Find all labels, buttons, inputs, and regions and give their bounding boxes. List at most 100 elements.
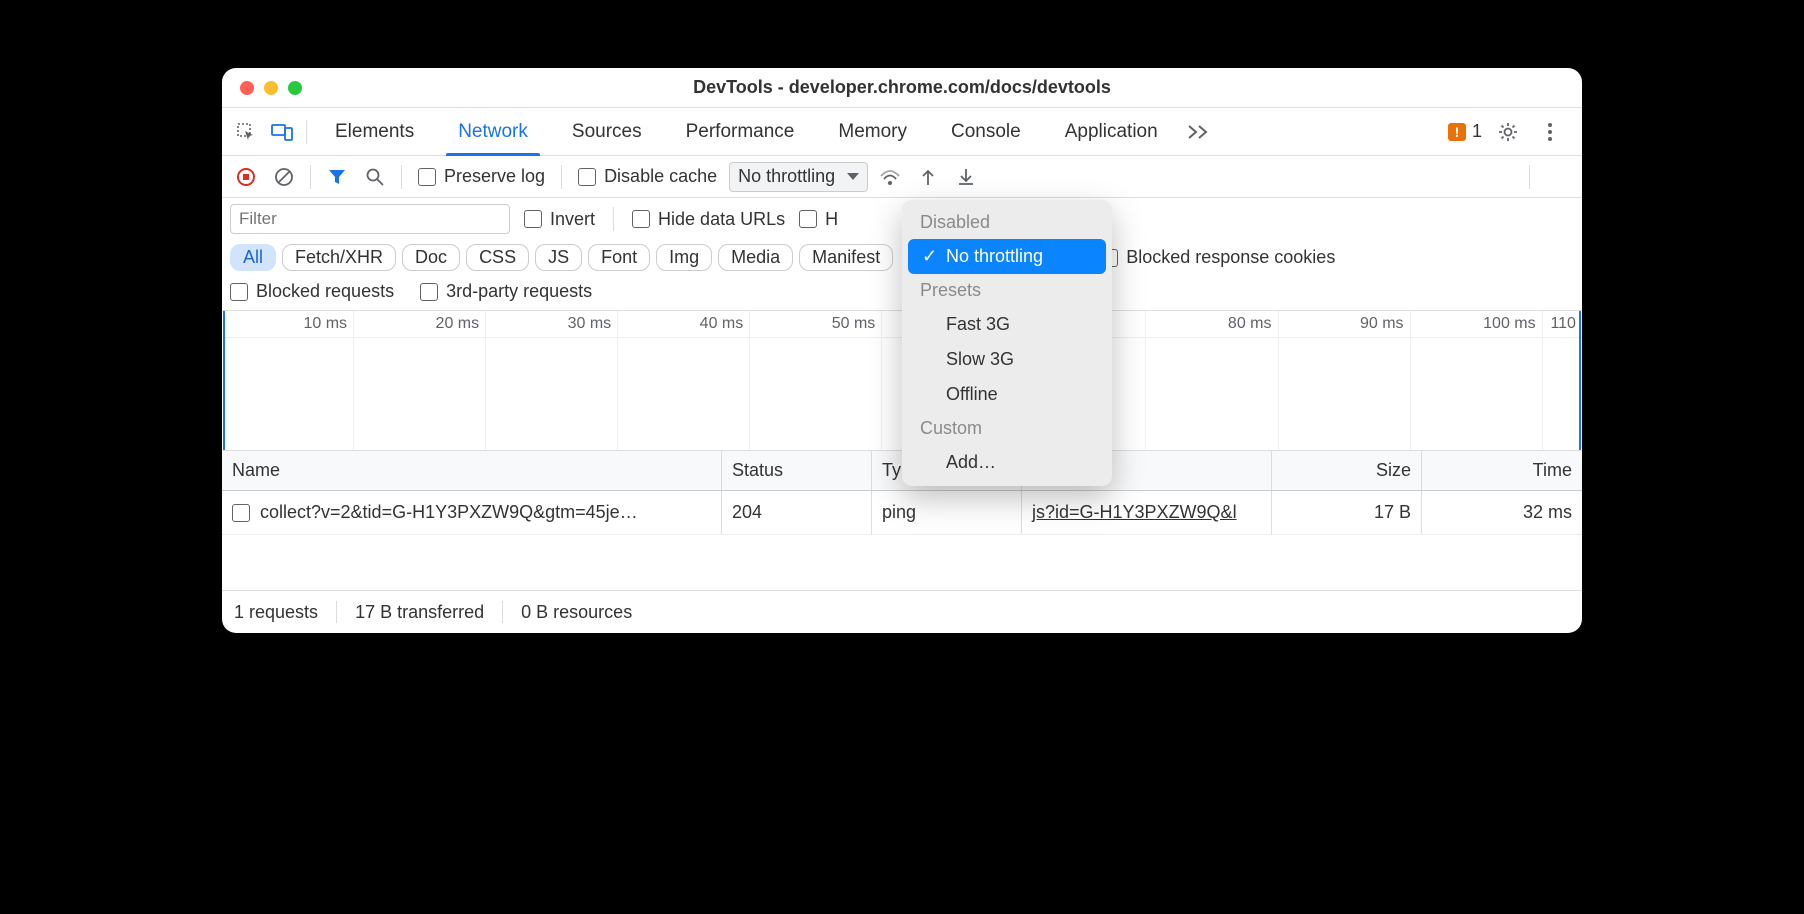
type-img[interactable]: Img <box>656 244 712 271</box>
menu-item-no-throttling[interactable]: No throttling <box>908 239 1106 274</box>
filter-icon[interactable] <box>321 161 353 193</box>
network-settings-gear-icon[interactable] <box>1538 161 1570 193</box>
row-checkbox[interactable] <box>232 504 250 522</box>
disable-cache-label: Disable cache <box>604 166 717 187</box>
throttling-value: No throttling <box>738 166 835 187</box>
more-tabs-icon[interactable] <box>1182 116 1214 148</box>
window-controls <box>222 81 302 95</box>
separator <box>306 120 307 144</box>
devtools-window: DevTools - developer.chrome.com/docs/dev… <box>222 68 1582 633</box>
menu-heading-presets: Presets <box>902 274 1112 307</box>
type-all[interactable]: All <box>230 244 276 271</box>
type-doc[interactable]: Doc <box>402 244 460 271</box>
request-name: collect?v=2&tid=G-H1Y3PXZW9Q&gtm=45je… <box>260 502 638 523</box>
separator <box>1529 165 1530 189</box>
type-fetch-xhr[interactable]: Fetch/XHR <box>282 244 396 271</box>
tab-label: Application <box>1065 121 1158 143</box>
tick-label: 20 ms <box>436 315 480 333</box>
tab-label: Network <box>458 121 528 143</box>
disable-cache-checkbox[interactable]: Disable cache <box>572 166 723 187</box>
panel-tabs: Elements Network Sources Performance Mem… <box>222 108 1582 156</box>
requests-table-body: collect?v=2&tid=G-H1Y3PXZW9Q&gtm=45je… 2… <box>222 491 1582 591</box>
tick-label: 40 ms <box>700 315 744 333</box>
tab-label: Console <box>951 121 1021 143</box>
tick-label: 110 <box>1550 315 1576 333</box>
menu-item-add[interactable]: Add… <box>902 445 1112 480</box>
preserve-log-checkbox[interactable]: Preserve log <box>412 166 551 187</box>
network-conditions-icon[interactable] <box>874 161 906 193</box>
col-name[interactable]: Name <box>222 451 722 490</box>
request-time: 32 ms <box>1523 502 1572 523</box>
request-initiator[interactable]: js?id=G-H1Y3PXZW9Q&l <box>1032 502 1237 523</box>
tab-network[interactable]: Network <box>438 108 548 155</box>
type-js[interactable]: JS <box>535 244 582 271</box>
tab-label: Sources <box>572 121 642 143</box>
tab-elements[interactable]: Elements <box>315 108 434 155</box>
separator <box>561 165 562 189</box>
tab-performance[interactable]: Performance <box>666 108 815 155</box>
hide-data-urls-checkbox[interactable]: Hide data URLs <box>632 209 785 230</box>
tick-label: 10 ms <box>303 315 347 333</box>
upload-har-icon[interactable] <box>912 161 944 193</box>
settings-gear-icon[interactable] <box>1492 116 1524 148</box>
kebab-menu-icon[interactable] <box>1534 116 1566 148</box>
blocked-requests-label: Blocked requests <box>256 281 394 302</box>
separator <box>613 207 614 231</box>
network-toolbar: Preserve log Disable cache No throttling <box>222 156 1582 198</box>
invert-checkbox[interactable]: Invert <box>524 209 595 230</box>
menu-item-slow-3g[interactable]: Slow 3G <box>902 342 1112 377</box>
menu-item-fast-3g[interactable]: Fast 3G <box>902 307 1112 342</box>
menu-heading-disabled: Disabled <box>902 206 1112 239</box>
throttling-dropdown[interactable]: No throttling <box>729 162 868 192</box>
device-toolbar-icon[interactable] <box>266 116 298 148</box>
status-transferred: 17 B transferred <box>355 602 484 623</box>
blocked-requests-checkbox[interactable]: Blocked requests <box>230 281 394 302</box>
search-icon[interactable] <box>359 161 391 193</box>
zoom-window-button[interactable] <box>288 81 302 95</box>
hide-extension-checkbox[interactable]: H <box>799 209 838 230</box>
record-button[interactable] <box>230 161 262 193</box>
tab-memory[interactable]: Memory <box>818 108 927 155</box>
separator <box>310 165 311 189</box>
issues-badge[interactable]: ! 1 <box>1448 121 1482 142</box>
col-time[interactable]: Time <box>1422 451 1582 490</box>
type-media[interactable]: Media <box>718 244 793 271</box>
col-size[interactable]: Size <box>1272 451 1422 490</box>
status-bar: 1 requests 17 B transferred 0 B resource… <box>222 591 1582 633</box>
separator <box>401 165 402 189</box>
blocked-response-cookies-checkbox[interactable]: Blocked response cookies <box>1100 247 1335 268</box>
tab-console[interactable]: Console <box>931 108 1041 155</box>
tab-sources[interactable]: Sources <box>552 108 662 155</box>
download-har-icon[interactable] <box>950 161 982 193</box>
chevron-down-icon <box>847 173 859 180</box>
tab-application[interactable]: Application <box>1045 108 1178 155</box>
tick-label: 30 ms <box>568 315 612 333</box>
menu-item-offline[interactable]: Offline <box>902 377 1112 412</box>
menu-heading-custom: Custom <box>902 412 1112 445</box>
col-status[interactable]: Status <box>722 451 872 490</box>
table-row[interactable]: collect?v=2&tid=G-H1Y3PXZW9Q&gtm=45je… 2… <box>222 491 1582 535</box>
throttling-menu: Disabled No throttling Presets Fast 3G S… <box>902 200 1112 486</box>
clear-icon[interactable] <box>268 161 300 193</box>
request-type: ping <box>882 502 916 523</box>
tick-label: 100 ms <box>1483 315 1535 333</box>
inspect-element-icon[interactable] <box>230 116 262 148</box>
close-window-button[interactable] <box>240 81 254 95</box>
status-requests: 1 requests <box>234 602 318 623</box>
type-font[interactable]: Font <box>588 244 650 271</box>
tab-label: Memory <box>838 121 907 143</box>
invert-label: Invert <box>550 209 595 230</box>
hide-ext-label: H <box>825 209 838 230</box>
type-manifest[interactable]: Manifest <box>799 244 893 271</box>
titlebar: DevTools - developer.chrome.com/docs/dev… <box>222 68 1582 108</box>
tick-label: 90 ms <box>1360 315 1404 333</box>
request-size: 17 B <box>1374 502 1411 523</box>
blocked-response-cookies-label: Blocked response cookies <box>1126 247 1335 268</box>
type-css[interactable]: CSS <box>466 244 529 271</box>
third-party-checkbox[interactable]: 3rd-party requests <box>420 281 592 302</box>
minimize-window-button[interactable] <box>264 81 278 95</box>
issues-count: 1 <box>1472 121 1482 142</box>
tab-label: Elements <box>335 121 414 143</box>
third-party-label: 3rd-party requests <box>446 281 592 302</box>
filter-input[interactable] <box>230 204 510 234</box>
